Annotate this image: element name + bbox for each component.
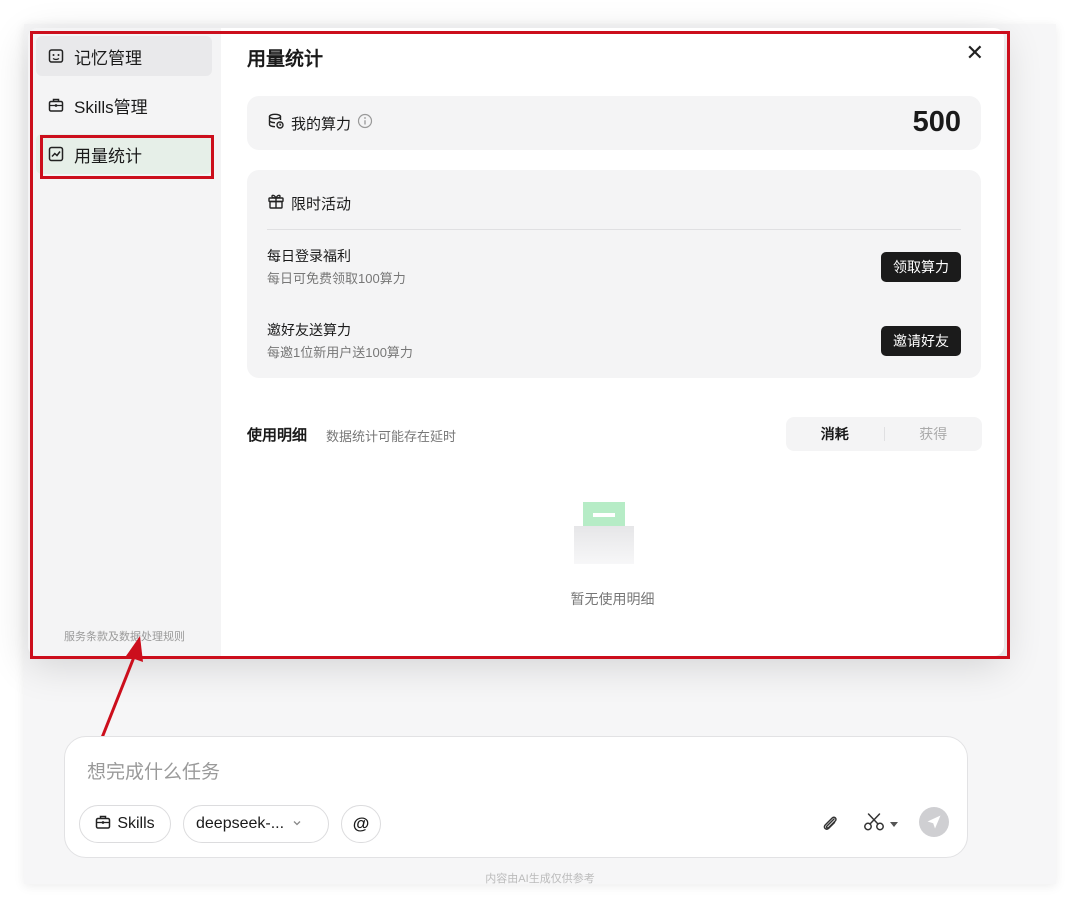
model-select[interactable]: deepseek-... bbox=[183, 805, 329, 843]
at-icon: @ bbox=[352, 814, 370, 833]
task-input[interactable]: 想完成什么任务 bbox=[87, 757, 220, 784]
scissors-icon bbox=[863, 812, 887, 837]
toolbox-icon bbox=[95, 814, 111, 835]
skills-label: Skills bbox=[117, 815, 155, 832]
skills-button[interactable]: Skills bbox=[79, 805, 171, 843]
mention-button[interactable]: @ bbox=[341, 805, 381, 843]
scissors-dropdown[interactable] bbox=[859, 811, 901, 837]
caret-down-icon bbox=[889, 815, 898, 833]
attachment-icon[interactable] bbox=[817, 811, 843, 837]
ai-disclaimer: 内容由AI生成仅供参考 bbox=[485, 873, 595, 885]
send-icon bbox=[919, 806, 949, 842]
model-label: deepseek-... bbox=[196, 815, 285, 832]
send-button[interactable] bbox=[919, 806, 949, 837]
chevron-down-icon bbox=[292, 815, 302, 833]
task-composer: 想完成什么任务 Skills deepseek-... @ bbox=[64, 736, 968, 858]
